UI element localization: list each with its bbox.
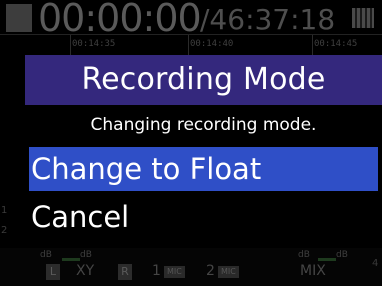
xy-input-label: XY <box>76 263 95 279</box>
sd-card-icon <box>352 8 374 28</box>
timeline-tick-label: 00:14:35 <box>72 39 116 49</box>
channel-r-indicator: R <box>118 264 132 280</box>
track-number: 2 <box>1 225 8 236</box>
meter-db-label: dB <box>80 250 92 260</box>
input-2-mic-chip: MIC <box>218 266 239 278</box>
timeline-tick <box>70 35 71 55</box>
level-meter-bar <box>62 258 80 261</box>
meter-scale-number: 4 <box>372 258 379 269</box>
dialog-title: Recording Mode <box>25 55 382 105</box>
meter-db-label: dB <box>40 250 52 260</box>
meter-db-label: dB <box>336 250 348 260</box>
dialog-message: Changing recording mode. <box>90 115 317 135</box>
change-to-float-option[interactable]: Change to Float <box>29 147 378 191</box>
meter-db-label: dB <box>298 250 310 260</box>
level-meter-bar <box>318 258 336 261</box>
record-status-icon <box>6 4 32 32</box>
input-1-number: 1 <box>152 263 161 279</box>
input-1-mic-chip: MIC <box>164 266 185 278</box>
timeline: 00:14:35 00:14:40 00:14:45 <box>0 34 382 55</box>
timeline-tick-label: 00:14:40 <box>190 39 234 49</box>
remaining-time: /46:37:18 <box>200 3 336 36</box>
track-number: 1 <box>1 205 8 216</box>
cancel-option[interactable]: Cancel <box>29 195 378 239</box>
mix-label: MIX <box>300 263 326 279</box>
timeline-tick <box>188 35 189 55</box>
input-2-number: 2 <box>206 263 215 279</box>
timeline-tick <box>312 35 313 55</box>
timeline-tick-label: 00:14:45 <box>314 39 358 49</box>
recording-mode-dialog: Recording Mode Changing recording mode. … <box>25 55 382 245</box>
channel-l-indicator: L <box>46 264 60 280</box>
